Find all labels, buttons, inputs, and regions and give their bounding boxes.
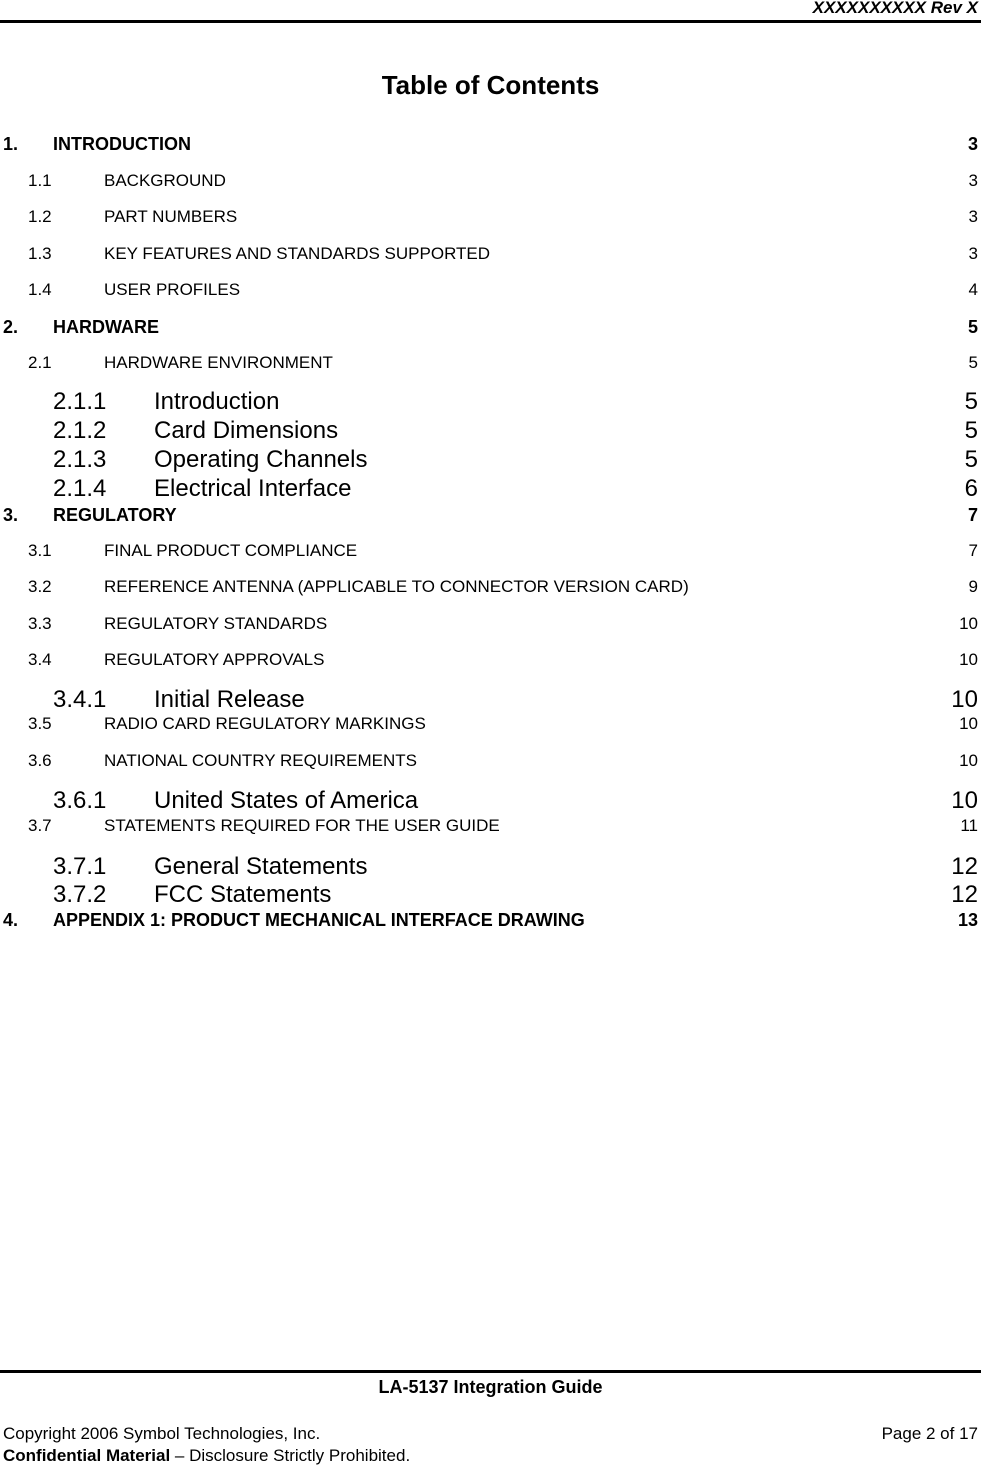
toc-entry-label[interactable]: PART NUMBERS bbox=[104, 207, 237, 227]
confidential-notice: Confidential Material – Disclosure Stric… bbox=[3, 1446, 410, 1466]
toc-entry-number: 2.1.2 bbox=[53, 417, 107, 444]
toc-entry-page[interactable]: 5 bbox=[965, 446, 978, 474]
toc-entry-page[interactable]: 3 bbox=[969, 207, 978, 227]
toc-entry-label[interactable]: FCC Statements bbox=[154, 881, 331, 909]
toc-entry-number: 1.2 bbox=[28, 207, 52, 226]
toc-entry-number: 3.4.1 bbox=[53, 686, 107, 713]
toc-entry-number: 2. bbox=[3, 317, 19, 337]
toc-entry-number: 3.3 bbox=[28, 614, 52, 633]
toc-entry-label[interactable]: Introduction bbox=[154, 388, 279, 416]
toc-entry-number: 2.1 bbox=[28, 353, 52, 372]
toc-entry-page[interactable]: 3 bbox=[968, 134, 978, 155]
toc-entry-number: 3.2 bbox=[28, 577, 52, 596]
toc-entry-label[interactable]: STATEMENTS REQUIRED FOR THE USER GUIDE bbox=[104, 816, 500, 836]
toc-entry-label[interactable]: APPENDIX 1: PRODUCT MECHANICAL INTERFACE… bbox=[53, 910, 585, 931]
toc-entry-number: 3.7.2 bbox=[53, 881, 107, 908]
page-number: Page 2 of 17 bbox=[881, 1424, 978, 1443]
confidential-label: Confidential Material bbox=[3, 1446, 171, 1465]
toc-entry-number: 1. bbox=[3, 134, 19, 154]
toc-entry-page[interactable]: 5 bbox=[965, 417, 978, 445]
toc-entry-number: 3.1 bbox=[28, 541, 52, 560]
toc-entry-number: 1.3 bbox=[28, 244, 52, 263]
toc-entry-page[interactable]: 10 bbox=[951, 686, 978, 714]
toc-entry-page[interactable]: 5 bbox=[965, 388, 978, 416]
toc-entry-page[interactable]: 6 bbox=[965, 475, 978, 503]
toc-entry-page[interactable]: 13 bbox=[958, 910, 978, 931]
toc-entry-label[interactable]: REGULATORY APPROVALS bbox=[104, 650, 324, 670]
toc-entry-label[interactable]: REGULATORY STANDARDS bbox=[104, 614, 327, 634]
toc-entry-label[interactable]: HARDWARE ENVIRONMENT bbox=[104, 353, 333, 373]
toc-entry-page[interactable]: 10 bbox=[959, 714, 978, 734]
toc-entry-number: 3.6.1 bbox=[53, 787, 107, 814]
toc-entry-label[interactable]: KEY FEATURES AND STANDARDS SUPPORTED bbox=[104, 244, 490, 264]
footer-rule bbox=[0, 1370, 981, 1373]
toc-entry-page[interactable]: 9 bbox=[969, 577, 978, 597]
toc-entry-number: 3.4 bbox=[28, 650, 52, 669]
toc-entry-label[interactable]: INTRODUCTION bbox=[53, 134, 191, 155]
toc-entry-page[interactable]: 10 bbox=[959, 650, 978, 670]
toc-entry-number: 4. bbox=[3, 910, 19, 930]
toc-entry-label[interactable]: Electrical Interface bbox=[154, 475, 351, 503]
toc-title: Table of Contents bbox=[381, 70, 600, 100]
toc-entry-page[interactable]: 5 bbox=[969, 353, 978, 373]
toc-entry-number: 1.4 bbox=[28, 280, 52, 299]
toc-entry-label[interactable]: United States of America bbox=[154, 787, 418, 815]
toc-entry-page[interactable]: 4 bbox=[969, 280, 978, 300]
toc-entry-page[interactable]: 7 bbox=[968, 505, 978, 526]
toc-entry-label[interactable]: Operating Channels bbox=[154, 446, 367, 474]
document-id: XXXXXXXXXX Rev X bbox=[812, 0, 978, 17]
header-rule bbox=[0, 20, 981, 23]
toc-entry-label[interactable]: BACKGROUND bbox=[104, 171, 226, 191]
toc-entry-number: 2.1.3 bbox=[53, 446, 107, 473]
toc-entry-label[interactable]: FINAL PRODUCT COMPLIANCE bbox=[104, 541, 357, 561]
toc-entry-page[interactable]: 11 bbox=[960, 816, 978, 836]
toc-entry-label[interactable]: HARDWARE bbox=[53, 317, 159, 338]
toc-entry-label[interactable]: NATIONAL COUNTRY REQUIREMENTS bbox=[104, 751, 417, 771]
toc-entry-label[interactable]: Card Dimensions bbox=[154, 417, 338, 445]
toc-entry-page[interactable]: 5 bbox=[968, 317, 978, 338]
toc-entry-number: 3.5 bbox=[28, 714, 52, 733]
toc-entry-page[interactable]: 7 bbox=[969, 541, 978, 561]
toc-entry-number: 1.1 bbox=[28, 171, 52, 190]
toc-entry-number: 3.7 bbox=[28, 816, 52, 835]
toc-entry-label[interactable]: REFERENCE ANTENNA (APPLICABLE TO CONNECT… bbox=[104, 577, 689, 597]
toc-entry-page[interactable]: 10 bbox=[951, 787, 978, 815]
toc-entry-page[interactable]: 10 bbox=[959, 751, 978, 771]
toc-entry-page[interactable]: 3 bbox=[969, 244, 978, 264]
toc-entry-number: 3.7.1 bbox=[53, 853, 107, 880]
toc-entry-label[interactable]: Initial Release bbox=[154, 686, 305, 714]
toc-entry-label[interactable]: General Statements bbox=[154, 853, 367, 881]
toc-entry-page[interactable]: 10 bbox=[959, 614, 978, 634]
confidential-text: – Disclosure Strictly Prohibited. bbox=[170, 1446, 411, 1465]
toc-entry-number: 2.1.1 bbox=[53, 388, 107, 415]
toc-entry-page[interactable]: 12 bbox=[951, 881, 978, 909]
toc-entry-page[interactable]: 12 bbox=[951, 853, 978, 881]
copyright-text: Copyright 2006 Symbol Technologies, Inc. bbox=[3, 1424, 321, 1443]
toc-entry-label[interactable]: REGULATORY bbox=[53, 505, 177, 526]
toc-entry-page[interactable]: 3 bbox=[969, 171, 978, 191]
toc-entry-label[interactable]: USER PROFILES bbox=[104, 280, 240, 300]
toc-entry-number: 2.1.4 bbox=[53, 475, 107, 502]
toc-entry-number: 3.6 bbox=[28, 751, 52, 770]
toc-entry-label[interactable]: RADIO CARD REGULATORY MARKINGS bbox=[104, 714, 426, 734]
footer-title: LA-5137 Integration Guide bbox=[378, 1377, 603, 1397]
toc-entry-number: 3. bbox=[3, 505, 19, 525]
